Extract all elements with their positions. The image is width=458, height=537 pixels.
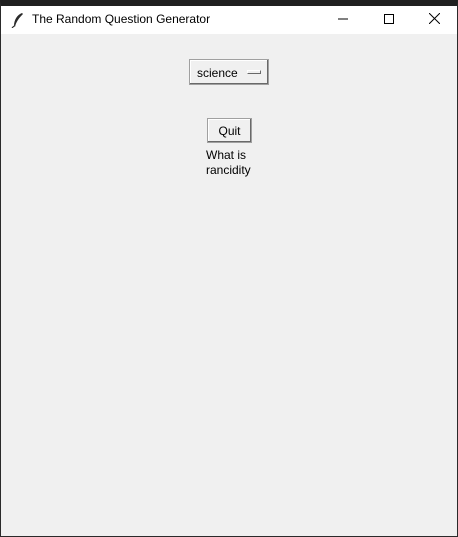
title-bar[interactable]: The Random Question Generator	[1, 6, 457, 34]
quit-button[interactable]: Quit	[207, 118, 252, 143]
window-title: The Random Question Generator	[32, 12, 211, 26]
main-area: science Quit What is rancidity	[1, 34, 457, 535]
minimize-button[interactable]	[320, 6, 366, 34]
minimize-icon	[338, 11, 348, 29]
feather-icon	[11, 12, 25, 29]
maximize-button[interactable]	[366, 6, 412, 34]
option-indicator-icon	[247, 70, 261, 74]
category-option-menu[interactable]: science	[189, 59, 269, 85]
maximize-icon	[384, 11, 394, 29]
close-button[interactable]	[411, 6, 457, 34]
app-window: The Random Question Generator science Qu…	[0, 0, 458, 537]
close-icon	[428, 11, 440, 29]
question-label: What is rancidity	[206, 148, 251, 177]
category-selected: science	[197, 66, 238, 80]
